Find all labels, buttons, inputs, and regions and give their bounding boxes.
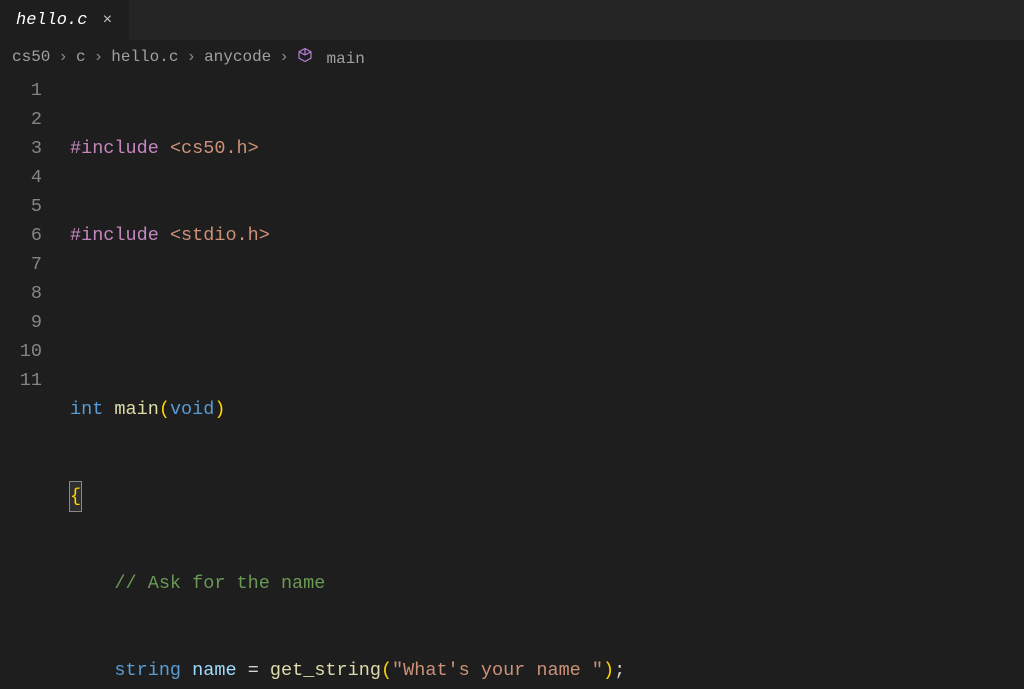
line-number: 11 [0, 366, 42, 395]
line-number: 5 [0, 192, 42, 221]
chevron-right-icon: › [94, 48, 104, 66]
breadcrumb-item[interactable]: hello.c [111, 48, 178, 66]
tab-label: hello.c [16, 11, 87, 30]
tab-bar: hello.c × [0, 0, 1024, 40]
code-line[interactable] [70, 308, 1024, 337]
breadcrumb-item[interactable]: anycode [204, 48, 271, 66]
cube-icon [297, 47, 313, 63]
line-number: 1 [0, 76, 42, 105]
close-icon[interactable]: × [97, 10, 117, 30]
code-line[interactable]: #include <stdio.h> [70, 221, 1024, 250]
breadcrumb-item-main[interactable]: main [297, 47, 365, 68]
chevron-right-icon: › [58, 48, 68, 66]
chevron-right-icon: › [186, 48, 196, 66]
chevron-right-icon: › [279, 48, 289, 66]
breadcrumb-item[interactable]: c [76, 48, 86, 66]
breadcrumb: cs50 › c › hello.c › anycode › main [0, 40, 1024, 74]
tab-hello-c[interactable]: hello.c × [0, 0, 130, 40]
code-line[interactable]: int main(void) [70, 395, 1024, 424]
code-line[interactable]: // Ask for the name [70, 569, 1024, 598]
code-line[interactable]: #include <cs50.h> [70, 134, 1024, 163]
line-number: 3 [0, 134, 42, 163]
line-number: 10 [0, 337, 42, 366]
line-number: 4 [0, 163, 42, 192]
code-area[interactable]: #include <cs50.h> #include <stdio.h> int… [70, 76, 1024, 689]
code-line[interactable]: { [70, 482, 1024, 511]
code-editor[interactable]: 1 2 3 4 5 6 7 8 9 10 11 #include <cs50.h… [0, 74, 1024, 689]
code-line[interactable]: string name = get_string("What's your na… [70, 656, 1024, 685]
breadcrumb-item[interactable]: cs50 [12, 48, 50, 66]
breadcrumb-item-label: main [327, 50, 365, 68]
line-number: 9 [0, 308, 42, 337]
line-number: 7 [0, 250, 42, 279]
line-number-gutter: 1 2 3 4 5 6 7 8 9 10 11 [0, 76, 70, 689]
line-number: 8 [0, 279, 42, 308]
line-number: 2 [0, 105, 42, 134]
line-number: 6 [0, 221, 42, 250]
